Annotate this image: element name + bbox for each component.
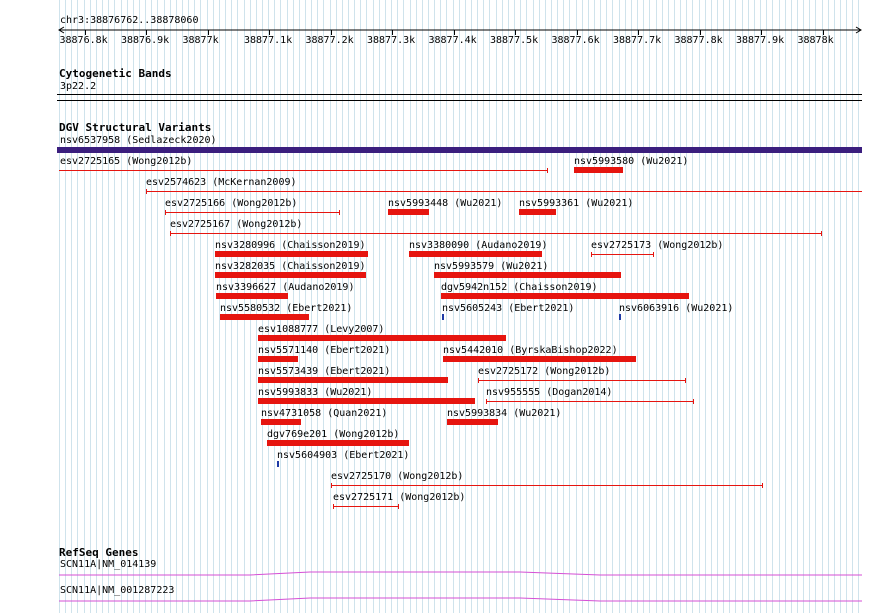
variant-line[interactable]: [478, 380, 686, 381]
ruler-tick-label: 38877.7k: [613, 35, 662, 46]
variant-end-cap: [478, 378, 479, 383]
variant-line[interactable]: [165, 212, 340, 213]
variant-bar[interactable]: [447, 419, 498, 425]
dgv-track-title: DGV Structural Variants: [59, 121, 212, 134]
ruler-tick-label: 38877.1k: [244, 35, 293, 46]
variant-line[interactable]: [331, 485, 763, 486]
variant-line[interactable]: [591, 254, 654, 255]
variant-bar[interactable]: [261, 419, 301, 425]
feature-label[interactable]: esv2725173 (Wong2012b): [591, 240, 723, 252]
feature-label[interactable]: esv2725166 (Wong2012b): [165, 198, 297, 210]
feature-label[interactable]: nsv6537958 (Sedlazeck2020): [60, 135, 217, 147]
ruler-tick-label: 38877.8k: [674, 35, 723, 46]
ruler-tick-label: 38877k: [182, 35, 219, 46]
variant-end-cap: [693, 399, 694, 404]
track-divider: [57, 100, 862, 101]
ruler-tick-label: 38877.2k: [305, 35, 354, 46]
variant-line[interactable]: [59, 170, 548, 171]
variant-point[interactable]: [277, 461, 279, 467]
ruler-tick-label: 38876.8k: [59, 35, 108, 46]
variant-bar[interactable]: [258, 377, 448, 383]
feature-label[interactable]: nsv5604903 (Ebert2021): [277, 450, 409, 462]
feature-label[interactable]: nsv955555 (Dogan2014): [486, 387, 612, 399]
variant-bar[interactable]: [574, 167, 623, 173]
cytoband-track-title: Cytogenetic Bands: [59, 67, 172, 80]
variant-end-cap: [339, 210, 340, 215]
variant-end-cap: [653, 252, 654, 257]
variant-bar[interactable]: [388, 209, 429, 215]
variant-point[interactable]: [442, 314, 444, 320]
summary-variant-bar[interactable]: [57, 147, 862, 153]
variant-bar[interactable]: [215, 251, 368, 257]
variant-end-cap: [821, 231, 822, 236]
variant-bar[interactable]: [409, 251, 542, 257]
variant-bar[interactable]: [216, 293, 288, 299]
variant-end-cap: [685, 378, 686, 383]
variant-bar[interactable]: [267, 440, 409, 446]
transcript-line[interactable]: [0, 568, 890, 580]
ruler-tick-label: 38876.9k: [121, 35, 170, 46]
ruler-tick-label: 38877.3k: [367, 35, 416, 46]
ruler-tick-label: 38877.9k: [736, 35, 785, 46]
variant-bar[interactable]: [258, 335, 506, 341]
variant-bar[interactable]: [215, 272, 366, 278]
variant-end-cap: [762, 483, 763, 488]
variant-end-cap: [486, 399, 487, 404]
variant-bar[interactable]: [443, 356, 636, 362]
refseq-track-title: RefSeq Genes: [59, 546, 139, 559]
variant-line[interactable]: [146, 191, 862, 192]
variant-end-cap: [146, 189, 147, 194]
variant-bar[interactable]: [220, 314, 309, 320]
feature-label[interactable]: esv2574623 (McKernan2009): [146, 177, 297, 189]
feature-label[interactable]: esv2725171 (Wong2012b): [333, 492, 465, 504]
variant-end-cap: [398, 504, 399, 509]
variant-end-cap: [591, 252, 592, 257]
variant-bar[interactable]: [258, 398, 475, 404]
feature-label[interactable]: esv2725172 (Wong2012b): [478, 366, 610, 378]
ruler-tick-label: 38877.5k: [490, 35, 539, 46]
variant-bar[interactable]: [258, 356, 298, 362]
variant-line[interactable]: [333, 506, 399, 507]
feature-label[interactable]: esv2725165 (Wong2012b): [60, 156, 192, 168]
feature-label[interactable]: nsv6063916 (Wu2021): [619, 303, 733, 315]
variant-bar[interactable]: [441, 293, 689, 299]
variant-end-cap: [547, 168, 548, 173]
ruler-tick-label: 38877.6k: [551, 35, 600, 46]
variant-end-cap: [333, 504, 334, 509]
ruler-tick-label: 38877.4k: [428, 35, 477, 46]
ruler-tick-label: 38878k: [797, 35, 834, 46]
variant-line[interactable]: [170, 233, 822, 234]
variant-end-cap: [165, 210, 166, 215]
feature-label[interactable]: nsv5605243 (Ebert2021): [442, 303, 574, 315]
transcript-line[interactable]: [0, 594, 890, 606]
variant-bar[interactable]: [519, 209, 556, 215]
variant-end-cap: [331, 483, 332, 488]
feature-label[interactable]: esv2725170 (Wong2012b): [331, 471, 463, 483]
variant-line[interactable]: [486, 401, 694, 402]
cytoband-ideogram: [57, 94, 862, 95]
genome-browser: chr3:38876762..38878060 38876.8k 38876.9k…: [0, 0, 890, 613]
variant-end-cap: [170, 231, 171, 236]
cytoband-label: 3p22.2: [60, 81, 97, 92]
variant-bar[interactable]: [434, 272, 621, 278]
feature-label[interactable]: esv2725167 (Wong2012b): [170, 219, 302, 231]
variant-point[interactable]: [619, 314, 621, 320]
